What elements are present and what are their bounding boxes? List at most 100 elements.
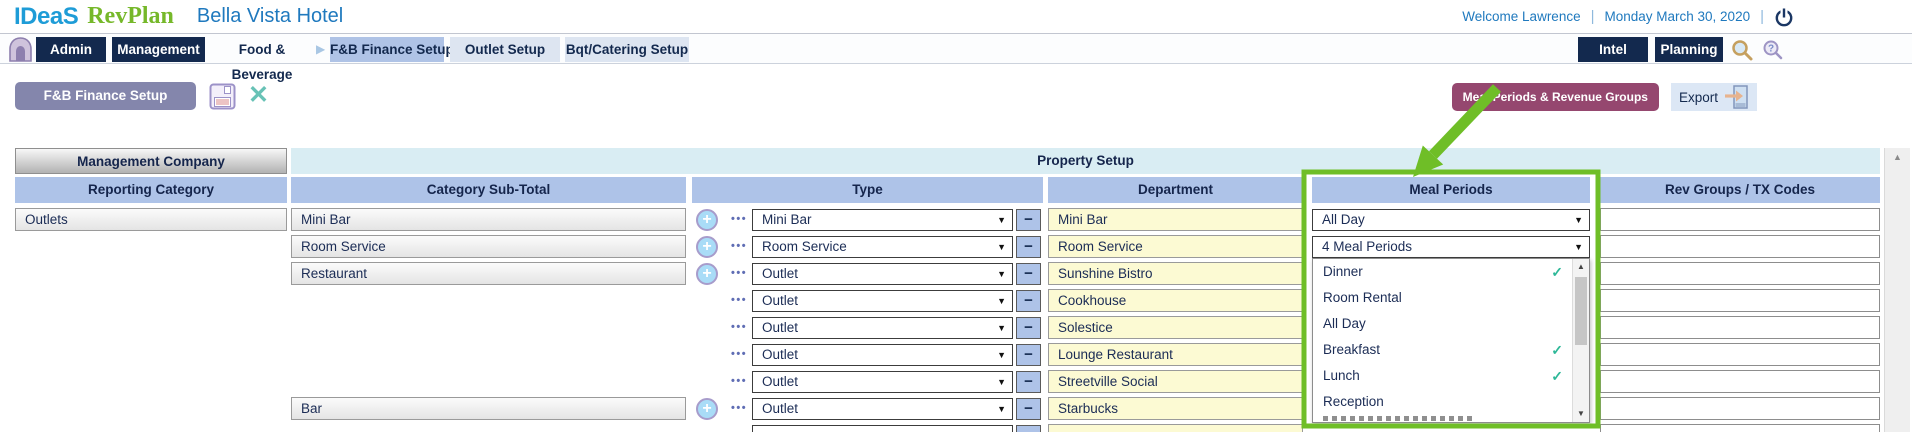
type-select-value: Outlet — [762, 320, 798, 335]
nav-management[interactable]: Management — [112, 37, 205, 62]
remove-row-button[interactable]: − — [1016, 425, 1041, 432]
meal-period-select[interactable]: 4 Meal Periods▼ — [1312, 236, 1590, 258]
dropdown-item-label: Room Rental — [1323, 285, 1402, 311]
type-select[interactable]: Outlet▼ — [752, 317, 1013, 339]
revplan-app: IDeaS RevPlan Bella Vista Hotel Welcome … — [0, 0, 1912, 432]
rev-groups-input[interactable] — [1600, 343, 1880, 366]
page-title-button[interactable]: F&B Finance Setup — [15, 82, 196, 110]
dropdown-item[interactable]: Reception — [1313, 389, 1571, 415]
add-row-button[interactable]: + — [696, 263, 718, 285]
type-select-value: Mini Bar — [762, 212, 812, 227]
home-icon[interactable] — [7, 36, 34, 68]
nav-intel[interactable]: Intel — [1578, 37, 1648, 62]
department-input[interactable]: Room Service — [1048, 235, 1303, 258]
type-select[interactable]: Outlet▼ — [752, 344, 1013, 366]
type-select[interactable]: ▼ — [752, 425, 1013, 432]
type-select[interactable]: Room Service▼ — [752, 236, 1013, 258]
dropdown-arrow-icon: ▼ — [997, 372, 1006, 393]
dropdown-arrow-icon: ▼ — [997, 264, 1006, 285]
type-select-value: Outlet — [762, 293, 798, 308]
tab-outlet-setup[interactable]: Outlet Setup — [450, 37, 560, 62]
meal-period-select[interactable]: All Day▼ — [1312, 209, 1590, 231]
tab-bqt-catering-setup[interactable]: Bqt/Catering Setup — [565, 37, 689, 62]
type-select-value: Outlet — [762, 347, 798, 362]
rev-groups-input[interactable] — [1600, 370, 1880, 393]
department-input[interactable]: Sunshine Bistro — [1048, 262, 1303, 285]
page-scrollbar[interactable]: ▲ — [1884, 148, 1910, 432]
rev-groups-input[interactable] — [1600, 262, 1880, 285]
type-select[interactable]: Outlet▼ — [752, 398, 1013, 420]
header-management-company: Management Company — [15, 148, 287, 174]
logo-revplan: RevPlan — [87, 3, 174, 30]
dropdown-item-label: Breakfast — [1323, 337, 1380, 363]
dropdown-item-label: All Day — [1323, 311, 1366, 337]
dropdown-scrollbar-thumb[interactable] — [1575, 277, 1587, 345]
scroll-up-icon[interactable]: ▲ — [1573, 259, 1589, 275]
rev-groups-input[interactable] — [1600, 235, 1880, 258]
welcome-text: Welcome Lawrence — [1462, 9, 1580, 24]
dropdown-scrollbar[interactable]: ▲ ▼ — [1572, 259, 1589, 422]
remove-row-button[interactable]: − — [1016, 236, 1041, 258]
remove-row-button[interactable]: − — [1016, 344, 1041, 366]
remove-row-button[interactable]: − — [1016, 317, 1041, 339]
reporting-category-cell: Outlets — [15, 208, 287, 231]
remove-row-button[interactable]: − — [1016, 290, 1041, 312]
department-input[interactable]: Mini Bar — [1048, 208, 1303, 231]
rev-groups-input[interactable] — [1600, 289, 1880, 312]
breadcrumb-food-beverage[interactable]: Food & Beverage — [212, 37, 312, 62]
type-select[interactable]: Outlet▼ — [752, 290, 1013, 312]
dropdown-item[interactable]: Breakfast ✓ — [1313, 337, 1571, 363]
department-input[interactable] — [1048, 424, 1303, 432]
dropdown-item[interactable]: Lunch✓ — [1313, 363, 1571, 389]
type-select[interactable]: Outlet ▼ — [752, 371, 1013, 393]
tab-fb-finance-setup[interactable]: F&B Finance Setup — [330, 37, 444, 62]
rev-groups-input[interactable] — [1600, 397, 1880, 420]
dropdown-item[interactable]: Dinner ✓ — [1313, 259, 1571, 285]
remove-row-button[interactable]: − — [1016, 263, 1041, 285]
rev-groups-input[interactable] — [1600, 208, 1880, 231]
department-input[interactable]: Starbucks — [1048, 397, 1303, 420]
dropdown-arrow-icon: ▼ — [997, 399, 1006, 420]
export-button[interactable]: Export — [1671, 83, 1757, 111]
department-input[interactable]: Lounge Restaurant — [1048, 343, 1303, 366]
add-row-button[interactable]: + — [696, 398, 718, 420]
type-select[interactable]: Outlet▼ — [752, 263, 1013, 285]
remove-row-button[interactable]: − — [1016, 371, 1041, 393]
cancel-icon[interactable]: ✕ — [248, 80, 269, 110]
meal-period-select-value: 4 Meal Periods — [1322, 239, 1412, 254]
category-subtotal-cell: Mini Bar — [291, 208, 686, 231]
nav-right-group: Intel Planning ? — [1578, 37, 1785, 62]
header-property-setup: Property Setup — [291, 148, 1880, 174]
department-input[interactable]: Streetville Social — [1048, 370, 1303, 393]
rev-groups-input[interactable] — [1600, 316, 1880, 339]
category-subtotal-cell: Bar — [291, 397, 686, 420]
nav-admin[interactable]: Admin — [36, 37, 106, 62]
divider: | — [1760, 8, 1764, 25]
add-row-button[interactable]: + — [696, 209, 718, 231]
nav-planning[interactable]: Planning — [1655, 37, 1723, 62]
type-select-value: Outlet — [762, 374, 798, 389]
save-icon[interactable] — [209, 83, 236, 115]
dropdown-item[interactable]: All Day — [1313, 311, 1571, 337]
type-select[interactable]: Mini Bar▼ — [752, 209, 1013, 231]
department-input[interactable]: Cookhouse — [1048, 289, 1303, 312]
scroll-down-icon[interactable]: ▼ — [1573, 406, 1589, 422]
page-scroll-up-icon[interactable]: ▲ — [1885, 152, 1910, 162]
power-icon[interactable] — [1774, 6, 1794, 28]
help-icon[interactable]: ? — [1761, 37, 1785, 62]
category-subtotal-cell: Room Service — [291, 235, 686, 258]
check-icon: ✓ — [1551, 259, 1563, 285]
dropdown-item[interactable]: Room Rental — [1313, 285, 1571, 311]
dropdown-item-label: Reception — [1323, 389, 1384, 415]
dropdown-item-label: Dinner — [1323, 259, 1363, 285]
rev-groups-input[interactable] — [1600, 424, 1880, 432]
check-icon: ✓ — [1551, 337, 1563, 363]
department-input[interactable]: Solestice — [1048, 316, 1303, 339]
add-row-button[interactable]: + — [696, 236, 718, 258]
check-icon: ✓ — [1551, 363, 1563, 389]
remove-row-button[interactable]: − — [1016, 398, 1041, 420]
date-text: Monday March 30, 2020 — [1605, 9, 1751, 24]
meal-periods-revenue-groups-button[interactable]: Meal Periods & Revenue Groups — [1452, 83, 1659, 111]
search-icon[interactable] — [1730, 37, 1754, 62]
remove-row-button[interactable]: − — [1016, 209, 1041, 231]
